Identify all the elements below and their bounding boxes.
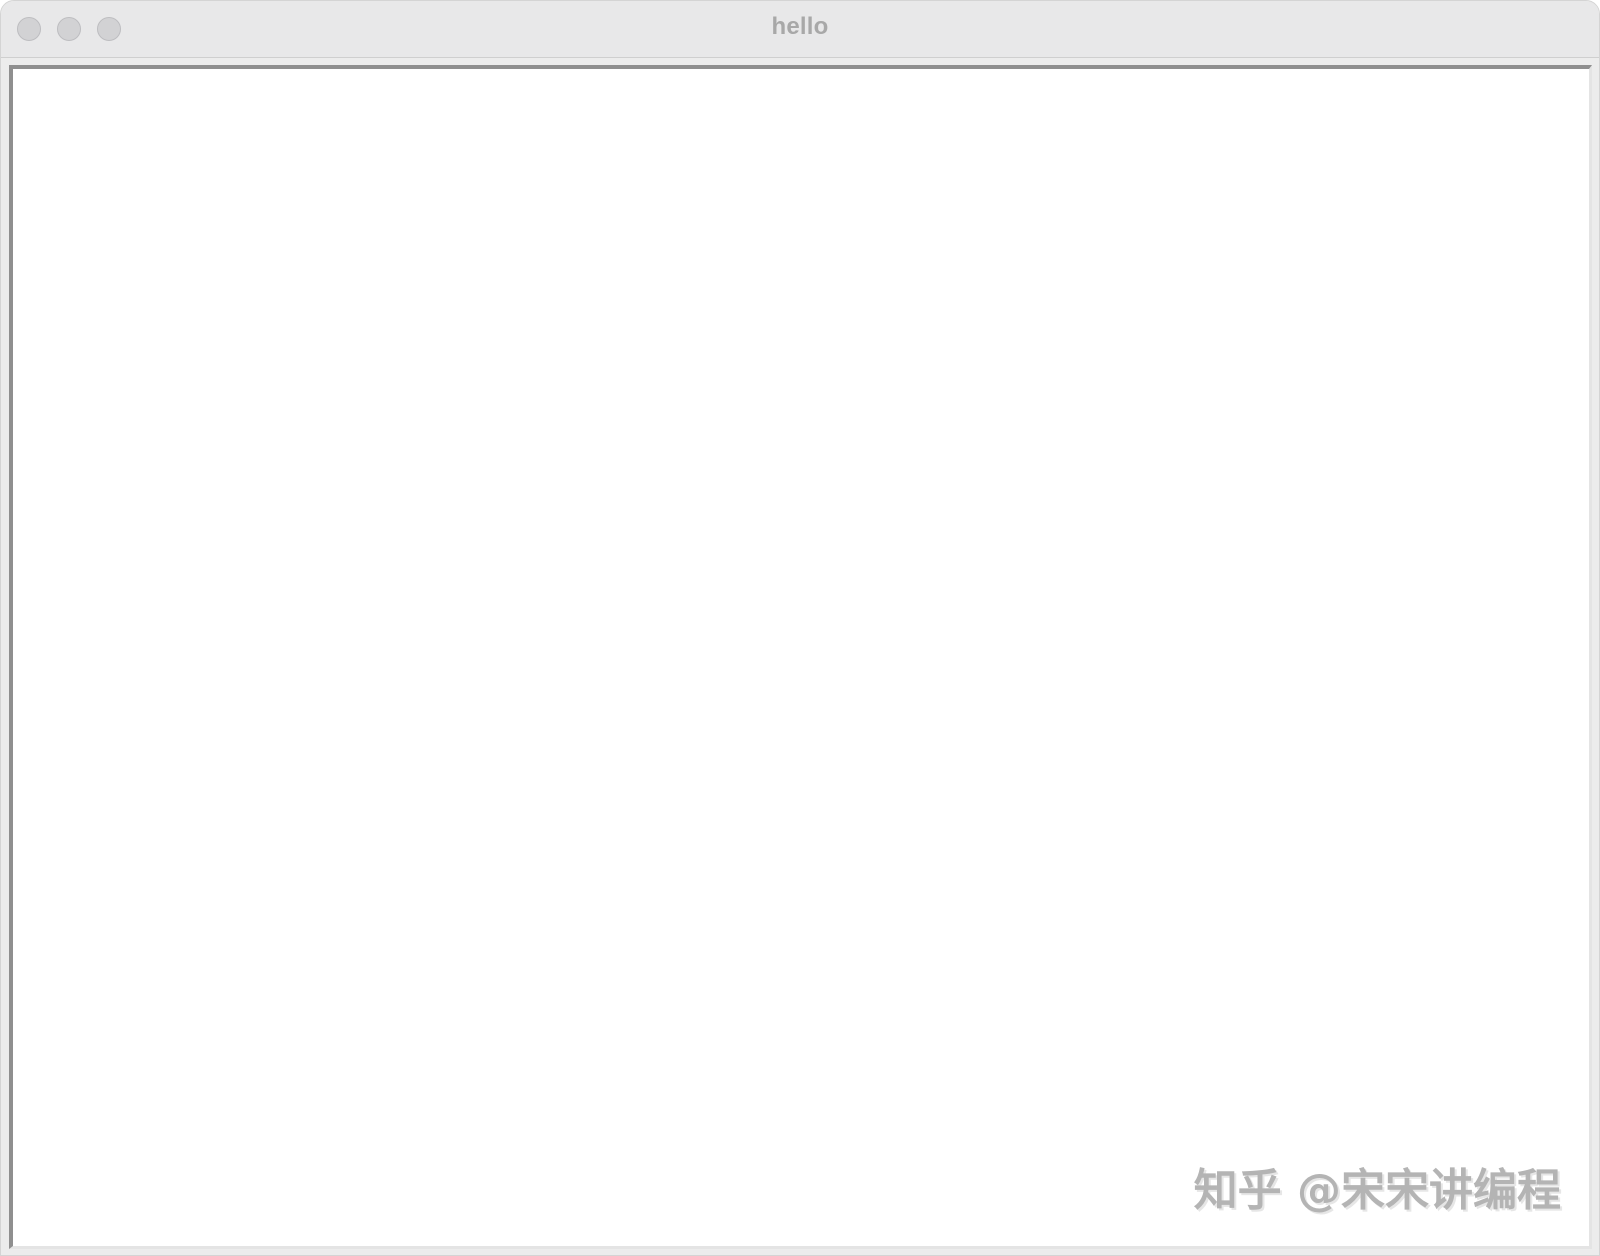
app-window: hello 知乎 @宋宋讲编程 bbox=[0, 0, 1600, 1256]
window-title: hello bbox=[771, 13, 829, 40]
window-content: 知乎 @宋宋讲编程 bbox=[1, 58, 1599, 1255]
watermark: 知乎 @宋宋讲编程 bbox=[1193, 1165, 1561, 1216]
title-bar[interactable]: hello bbox=[1, 1, 1599, 58]
drawing-canvas[interactable]: 知乎 @宋宋讲编程 bbox=[9, 65, 1592, 1249]
